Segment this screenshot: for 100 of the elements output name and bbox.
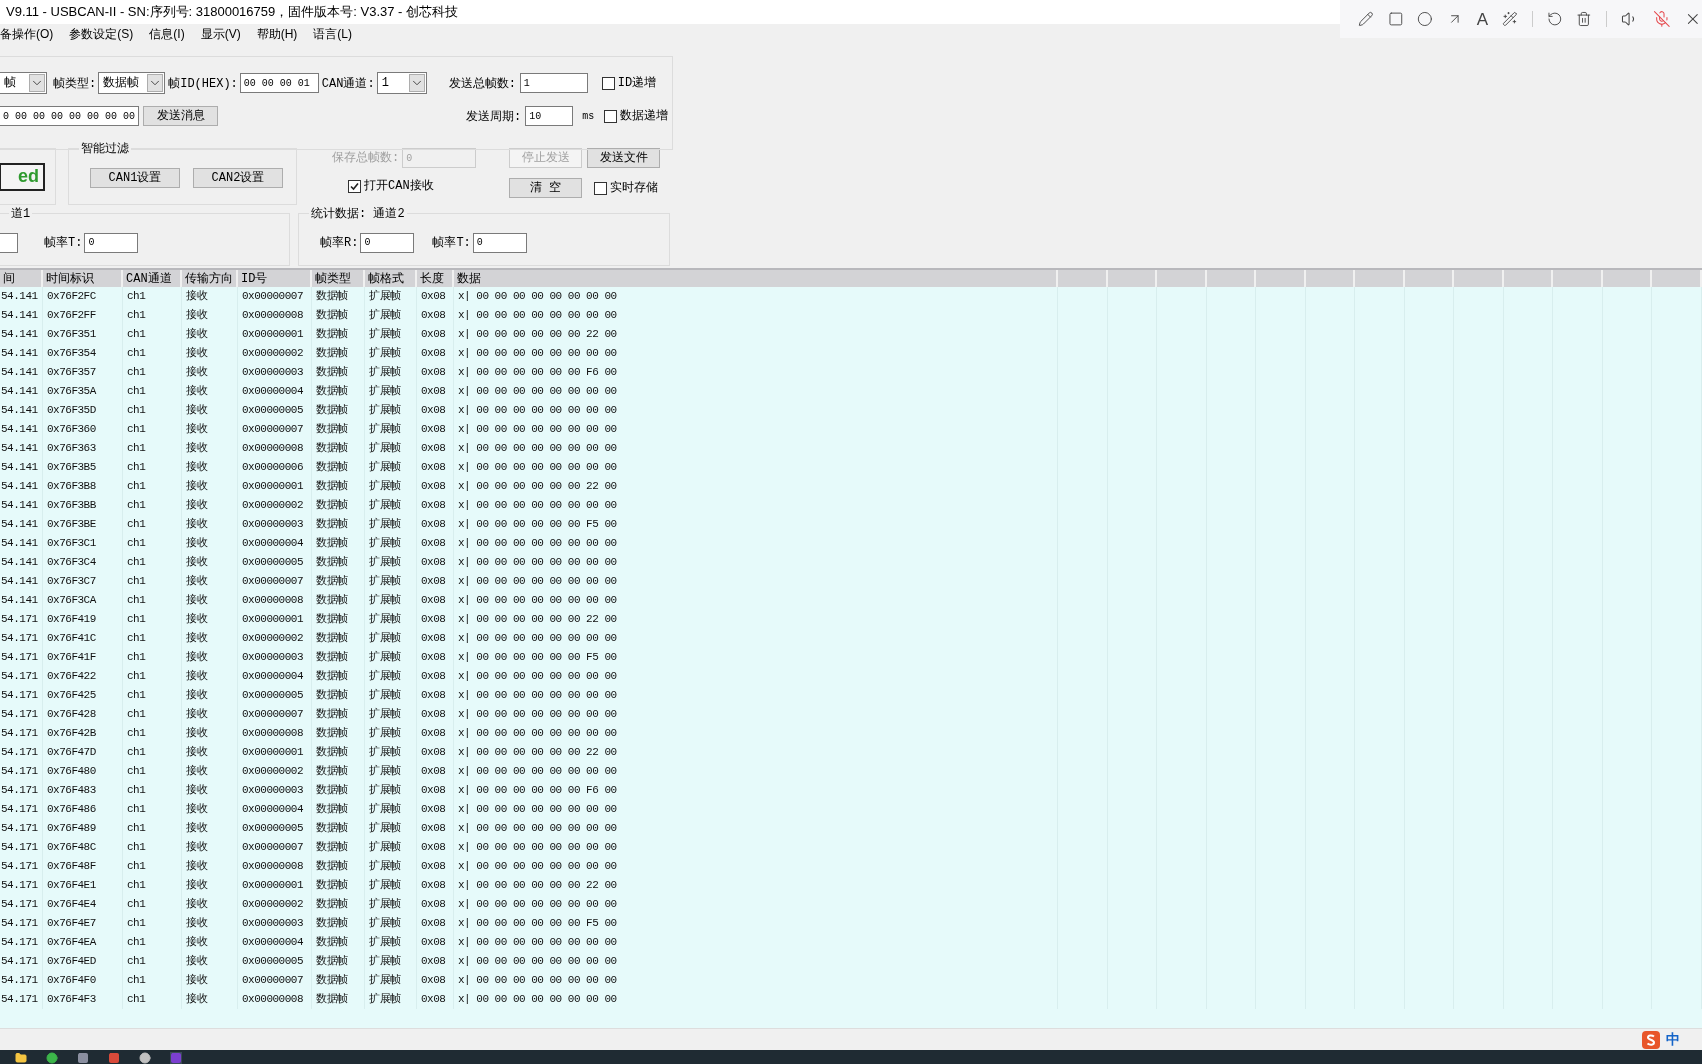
table-cell: 扩展帧 <box>365 420 417 439</box>
column-header[interactable]: 传输方向 <box>182 270 238 287</box>
menu-item[interactable]: 帮助(H) <box>248 25 306 43</box>
combo-box[interactable]: 帧 <box>0 72 47 94</box>
combo-box[interactable]: 数据帧 <box>98 72 166 94</box>
column-header[interactable]: 长度 <box>417 270 454 287</box>
table-cell: x| 00 00 00 00 00 00 00 00 <box>454 553 1058 572</box>
table-cell: 扩展帧 <box>365 306 417 325</box>
table-cell: ch1 <box>123 819 182 838</box>
undo-icon[interactable] <box>1546 11 1563 27</box>
pencil-icon[interactable] <box>1358 11 1374 27</box>
table-cell: 0x08 <box>417 800 454 819</box>
table-cell: 0x76F35A <box>43 382 123 401</box>
input-field[interactable]: 1 <box>519 73 588 93</box>
text-tool[interactable]: A <box>1476 10 1489 28</box>
table-cell: 接收 <box>182 439 238 458</box>
table-cell: 数据帧 <box>312 838 365 857</box>
table-cell: x| 00 00 00 00 00 00 00 00 <box>454 344 1058 363</box>
table-cell: 0x00000004 <box>238 534 312 553</box>
table-cell: 54.171 <box>0 667 43 686</box>
combo-box[interactable]: 1 <box>376 72 427 94</box>
input-field[interactable]: 10 <box>525 106 574 126</box>
menu-item[interactable]: 显示(V) <box>192 25 249 43</box>
table-cell: 54.171 <box>0 857 43 876</box>
table-cell: 0x76F2FC <box>43 287 123 306</box>
table-cell: 扩展帧 <box>365 743 417 762</box>
table-cell: 0x08 <box>417 572 454 591</box>
app-icon[interactable] <box>108 1052 120 1064</box>
menu-item[interactable]: 备操作(O) <box>0 25 62 43</box>
checkbox-label: 打开CAN接收 <box>364 178 434 195</box>
push-button[interactable]: CAN1设置 <box>90 167 180 188</box>
table-cell: 0x00000002 <box>238 496 312 515</box>
table-cell: 0x00000008 <box>238 306 312 325</box>
table-cell: 数据帧 <box>312 952 365 971</box>
table-cell: x| 00 00 00 00 00 00 00 00 <box>454 838 1058 857</box>
table-cell: 接收 <box>182 971 238 990</box>
input-field[interactable] <box>0 232 18 253</box>
folder-icon[interactable] <box>15 1052 27 1064</box>
column-header[interactable]: ID号 <box>238 270 312 287</box>
table-cell: ch1 <box>123 800 182 819</box>
table-cell: 0x08 <box>417 724 454 743</box>
magic-wand-icon[interactable] <box>1502 11 1518 27</box>
column-header[interactable]: 帧格式 <box>365 270 417 287</box>
square-icon[interactable] <box>1387 11 1404 27</box>
table-cell: x| 00 00 00 00 00 00 22 00 <box>454 743 1058 762</box>
table-cell: 0x76F4E1 <box>43 876 123 895</box>
push-button[interactable]: 清 空 <box>509 178 582 198</box>
table-cell: 0x76F489 <box>43 819 123 838</box>
table-cell: 数据帧 <box>312 667 365 686</box>
table-cell: 0x00000005 <box>238 553 312 572</box>
table-cell: 0x00000008 <box>238 724 312 743</box>
table-cell: 0x00000008 <box>238 591 312 610</box>
table-cell: 数据帧 <box>312 895 365 914</box>
table-cell: 54.171 <box>0 629 43 648</box>
table-cell: 扩展帧 <box>365 857 417 876</box>
table-cell: x| 00 00 00 00 00 00 00 00 <box>454 933 1058 952</box>
table-cell: ch1 <box>123 781 182 800</box>
table-cell: 数据帧 <box>312 477 365 496</box>
push-button[interactable]: CAN2设置 <box>193 167 283 188</box>
input-field[interactable]: 0 00 00 00 00 00 00 00 <box>0 106 140 126</box>
input-field[interactable]: 0 <box>84 232 139 253</box>
table-cell: 接收 <box>182 553 238 572</box>
input-field[interactable]: 0 <box>472 232 527 253</box>
table-cell: x| 00 00 00 00 00 00 22 00 <box>454 477 1058 496</box>
column-header[interactable]: 数据 <box>454 270 1058 287</box>
table-cell: 数据帧 <box>312 819 365 838</box>
input-field[interactable]: 0 <box>360 232 415 253</box>
microphone-off-icon[interactable] <box>1652 10 1671 28</box>
column-header[interactable]: 时间标识 <box>43 270 123 287</box>
ime-mode[interactable]: 中 <box>1666 1029 1680 1050</box>
input-field[interactable]: 00 00 00 01 <box>239 73 319 93</box>
checkbox-label: ID递增 <box>617 75 657 92</box>
column-header[interactable]: 帧类型 <box>312 270 365 287</box>
table-cell: x| 00 00 00 00 00 00 F5 00 <box>454 648 1058 667</box>
push-button[interactable]: 发送消息 <box>143 106 219 126</box>
checkbox[interactable] <box>601 76 615 90</box>
table-cell: 0x76F419 <box>43 610 123 629</box>
app-icon[interactable] <box>46 1052 58 1064</box>
push-button[interactable]: 发送文件 <box>587 148 660 168</box>
table-cell: x| 00 00 00 00 00 00 22 00 <box>454 325 1058 344</box>
table-cell: 0x76F3BE <box>43 515 123 534</box>
column-header[interactable]: CAN通道 <box>123 270 182 287</box>
menu-item[interactable]: 信息(I) <box>141 25 193 43</box>
field-label: 发送总帧数: <box>448 77 516 91</box>
menu-item[interactable]: 参数设定(S) <box>61 25 142 43</box>
table-cell: 扩展帧 <box>365 439 417 458</box>
table-cell: 数据帧 <box>312 762 365 781</box>
table-cell: 扩展帧 <box>365 838 417 857</box>
table-cell: 接收 <box>182 382 238 401</box>
table-cell: 扩展帧 <box>365 629 417 648</box>
checkbox[interactable] <box>604 109 618 123</box>
trash-icon[interactable] <box>1576 11 1593 27</box>
menu-item[interactable]: 语言(L) <box>305 25 360 43</box>
circle-icon[interactable] <box>1417 11 1434 27</box>
app-icon[interactable] <box>139 1052 151 1064</box>
column-header[interactable]: 间 <box>0 270 43 287</box>
app-icon[interactable] <box>77 1052 89 1064</box>
table-cell: ch1 <box>123 553 182 572</box>
table-cell: 数据帧 <box>312 933 365 952</box>
checkbox[interactable] <box>594 181 607 195</box>
